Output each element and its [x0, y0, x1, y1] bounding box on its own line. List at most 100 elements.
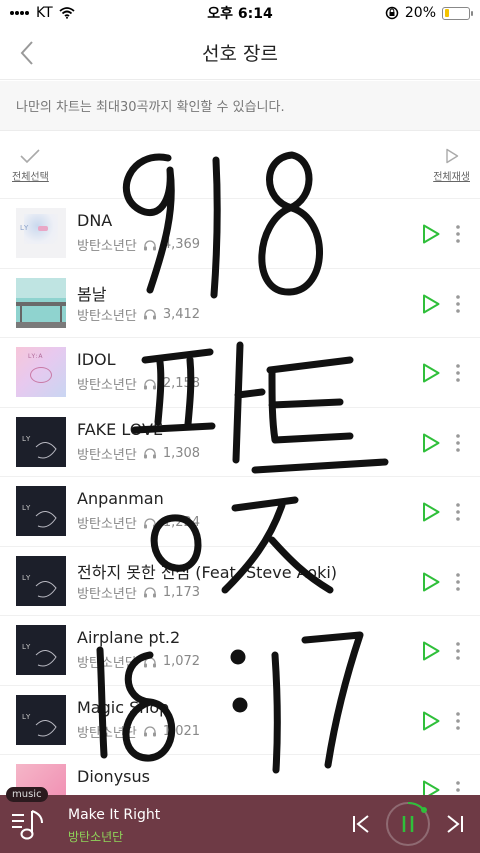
track-artist: 방탄소년단 [77, 725, 137, 741]
play-count: 1,072 [162, 654, 201, 669]
play-count: 4,369 [162, 237, 201, 252]
more-options-icon[interactable] [452, 430, 464, 456]
headphones-icon [143, 239, 156, 250]
track-artist: 방탄소년단 [77, 586, 137, 602]
track-artist: 방탄소년단 [77, 517, 137, 532]
track-artist: 방탄소년단 [77, 378, 137, 393]
back-button[interactable] [12, 36, 42, 70]
battery-percent: 20% [404, 5, 436, 21]
play-count: 1,021 [162, 723, 201, 739]
track-meta: 방탄소년단 3,412 [77, 305, 200, 324]
playlist-icon[interactable] [10, 805, 46, 843]
track-title: 전하지 못한 진심 (Feat. Steve Aoki) [77, 562, 338, 582]
carrier-label: KT [36, 5, 53, 21]
now-playing-artist: 방탄소년단 [68, 830, 124, 844]
list-actions: 전체선택 전체재생 [0, 140, 480, 196]
track-meta: 방탄소년단 1,072 [77, 652, 200, 671]
wifi-icon [59, 7, 75, 19]
play-icon[interactable] [421, 501, 441, 523]
select-all-button[interactable]: 전체선택 [12, 148, 49, 183]
previous-track-icon[interactable] [350, 813, 372, 835]
track-list: LY DNA 방탄소년단 4,369 봄날 방탄소년단 3,412 LY:A I… [0, 198, 480, 824]
track-artist: 방탄소년단 [77, 656, 137, 671]
headphones-icon [143, 448, 156, 459]
track-row[interactable]: LY 전하지 못한 진심 (Feat. Steve Aoki) 방탄소년단 1,… [0, 545, 480, 616]
status-time: 오후 6:14 [207, 6, 273, 22]
track-artist: 방탄소년단 [77, 239, 137, 254]
track-row[interactable]: LY DNA 방탄소년단 4,369 [0, 198, 480, 268]
play-count: 1,173 [162, 584, 201, 600]
more-options-icon[interactable] [452, 360, 464, 386]
track-title: DNA [77, 211, 113, 230]
album-cover: LY [16, 416, 66, 467]
track-row[interactable]: LY:A IDOL 방탄소년단 2,158 [0, 337, 480, 407]
headphones-icon [143, 378, 156, 389]
track-meta: 방탄소년단 1,173 [77, 583, 200, 602]
headphones-icon [143, 726, 156, 737]
checkmark-icon [20, 149, 40, 164]
album-cover: LY:A [16, 347, 66, 397]
track-row[interactable]: LY Magic Shop 방탄소년단 1,021 [0, 684, 480, 755]
play-icon[interactable] [421, 640, 441, 662]
track-meta: 방탄소년단 1,224 [77, 513, 200, 532]
track-artist: 방탄소년단 [77, 308, 137, 324]
play-icon[interactable] [421, 432, 441, 454]
play-outline-icon [445, 148, 458, 164]
album-cover: LY [16, 625, 66, 675]
headphones-icon [143, 656, 156, 667]
mini-player[interactable]: music Make It Right 방탄소년단 [0, 787, 480, 853]
more-options-icon[interactable] [452, 638, 464, 664]
play-icon[interactable] [421, 223, 441, 245]
track-title: Anpanman [77, 489, 164, 508]
next-track-icon[interactable] [444, 813, 466, 835]
track-meta: 방탄소년단 4,369 [77, 235, 200, 254]
rotation-lock-icon [385, 6, 399, 20]
play-count: 1,308 [162, 445, 201, 461]
music-tag: music [6, 787, 48, 802]
more-options-icon[interactable] [452, 499, 464, 525]
play-icon[interactable] [421, 710, 441, 732]
more-options-icon[interactable] [452, 291, 464, 317]
app-header: 선호 장르 [0, 26, 480, 80]
play-all-button[interactable]: 전체재생 [433, 148, 470, 183]
play-count: 2,158 [162, 376, 201, 391]
album-cover [16, 277, 66, 328]
play-all-label: 전체재생 [433, 172, 470, 183]
play-icon[interactable] [421, 571, 441, 593]
track-row[interactable]: LY Airplane pt.2 방탄소년단 1,072 [0, 615, 480, 685]
more-options-icon[interactable] [452, 708, 464, 734]
album-cover: LY [16, 694, 66, 745]
more-options-icon[interactable] [452, 569, 464, 595]
status-left: KT [10, 5, 160, 21]
now-playing-title: Make It Right [68, 807, 161, 823]
status-right: 20% [320, 5, 473, 21]
play-icon[interactable] [421, 362, 441, 384]
page-title: 선호 장르 [202, 43, 278, 65]
track-row[interactable]: 봄날 방탄소년단 3,412 [0, 267, 480, 338]
chevron-left-icon [20, 41, 33, 65]
battery-level [444, 9, 450, 17]
track-artist: 방탄소년단 [77, 447, 137, 463]
battery-icon [442, 6, 473, 20]
track-meta: 방탄소년단 2,158 [77, 374, 200, 393]
track-meta: 방탄소년단 1,308 [77, 444, 200, 463]
album-cover: LY [16, 486, 66, 536]
track-row[interactable]: LY FAKE LOVE 방탄소년단 1,308 [0, 406, 480, 477]
track-title: IDOL [77, 350, 116, 369]
track-title: Magic Shop [77, 697, 170, 717]
play-icon[interactable] [421, 293, 441, 315]
headphones-icon [143, 309, 156, 320]
pause-icon[interactable] [384, 800, 432, 848]
headphones-icon [143, 587, 156, 598]
track-title: FAKE LOVE [77, 419, 164, 439]
track-title: Dionysus [77, 767, 150, 786]
track-meta: 방탄소년단 1,021 [77, 722, 200, 741]
more-options-icon[interactable] [452, 221, 464, 247]
signal-icon [10, 11, 29, 15]
track-title: Airplane pt.2 [77, 628, 181, 647]
notice-banner: 나만의 차트는 최대30곡까지 확인할 수 있습니다. [0, 81, 480, 131]
track-row[interactable]: LY Anpanman 방탄소년단 1,224 [0, 476, 480, 546]
album-cover: LY [16, 555, 66, 606]
headphones-icon [143, 517, 156, 528]
status-bar: KT 오후 6:14 20% [0, 0, 480, 26]
